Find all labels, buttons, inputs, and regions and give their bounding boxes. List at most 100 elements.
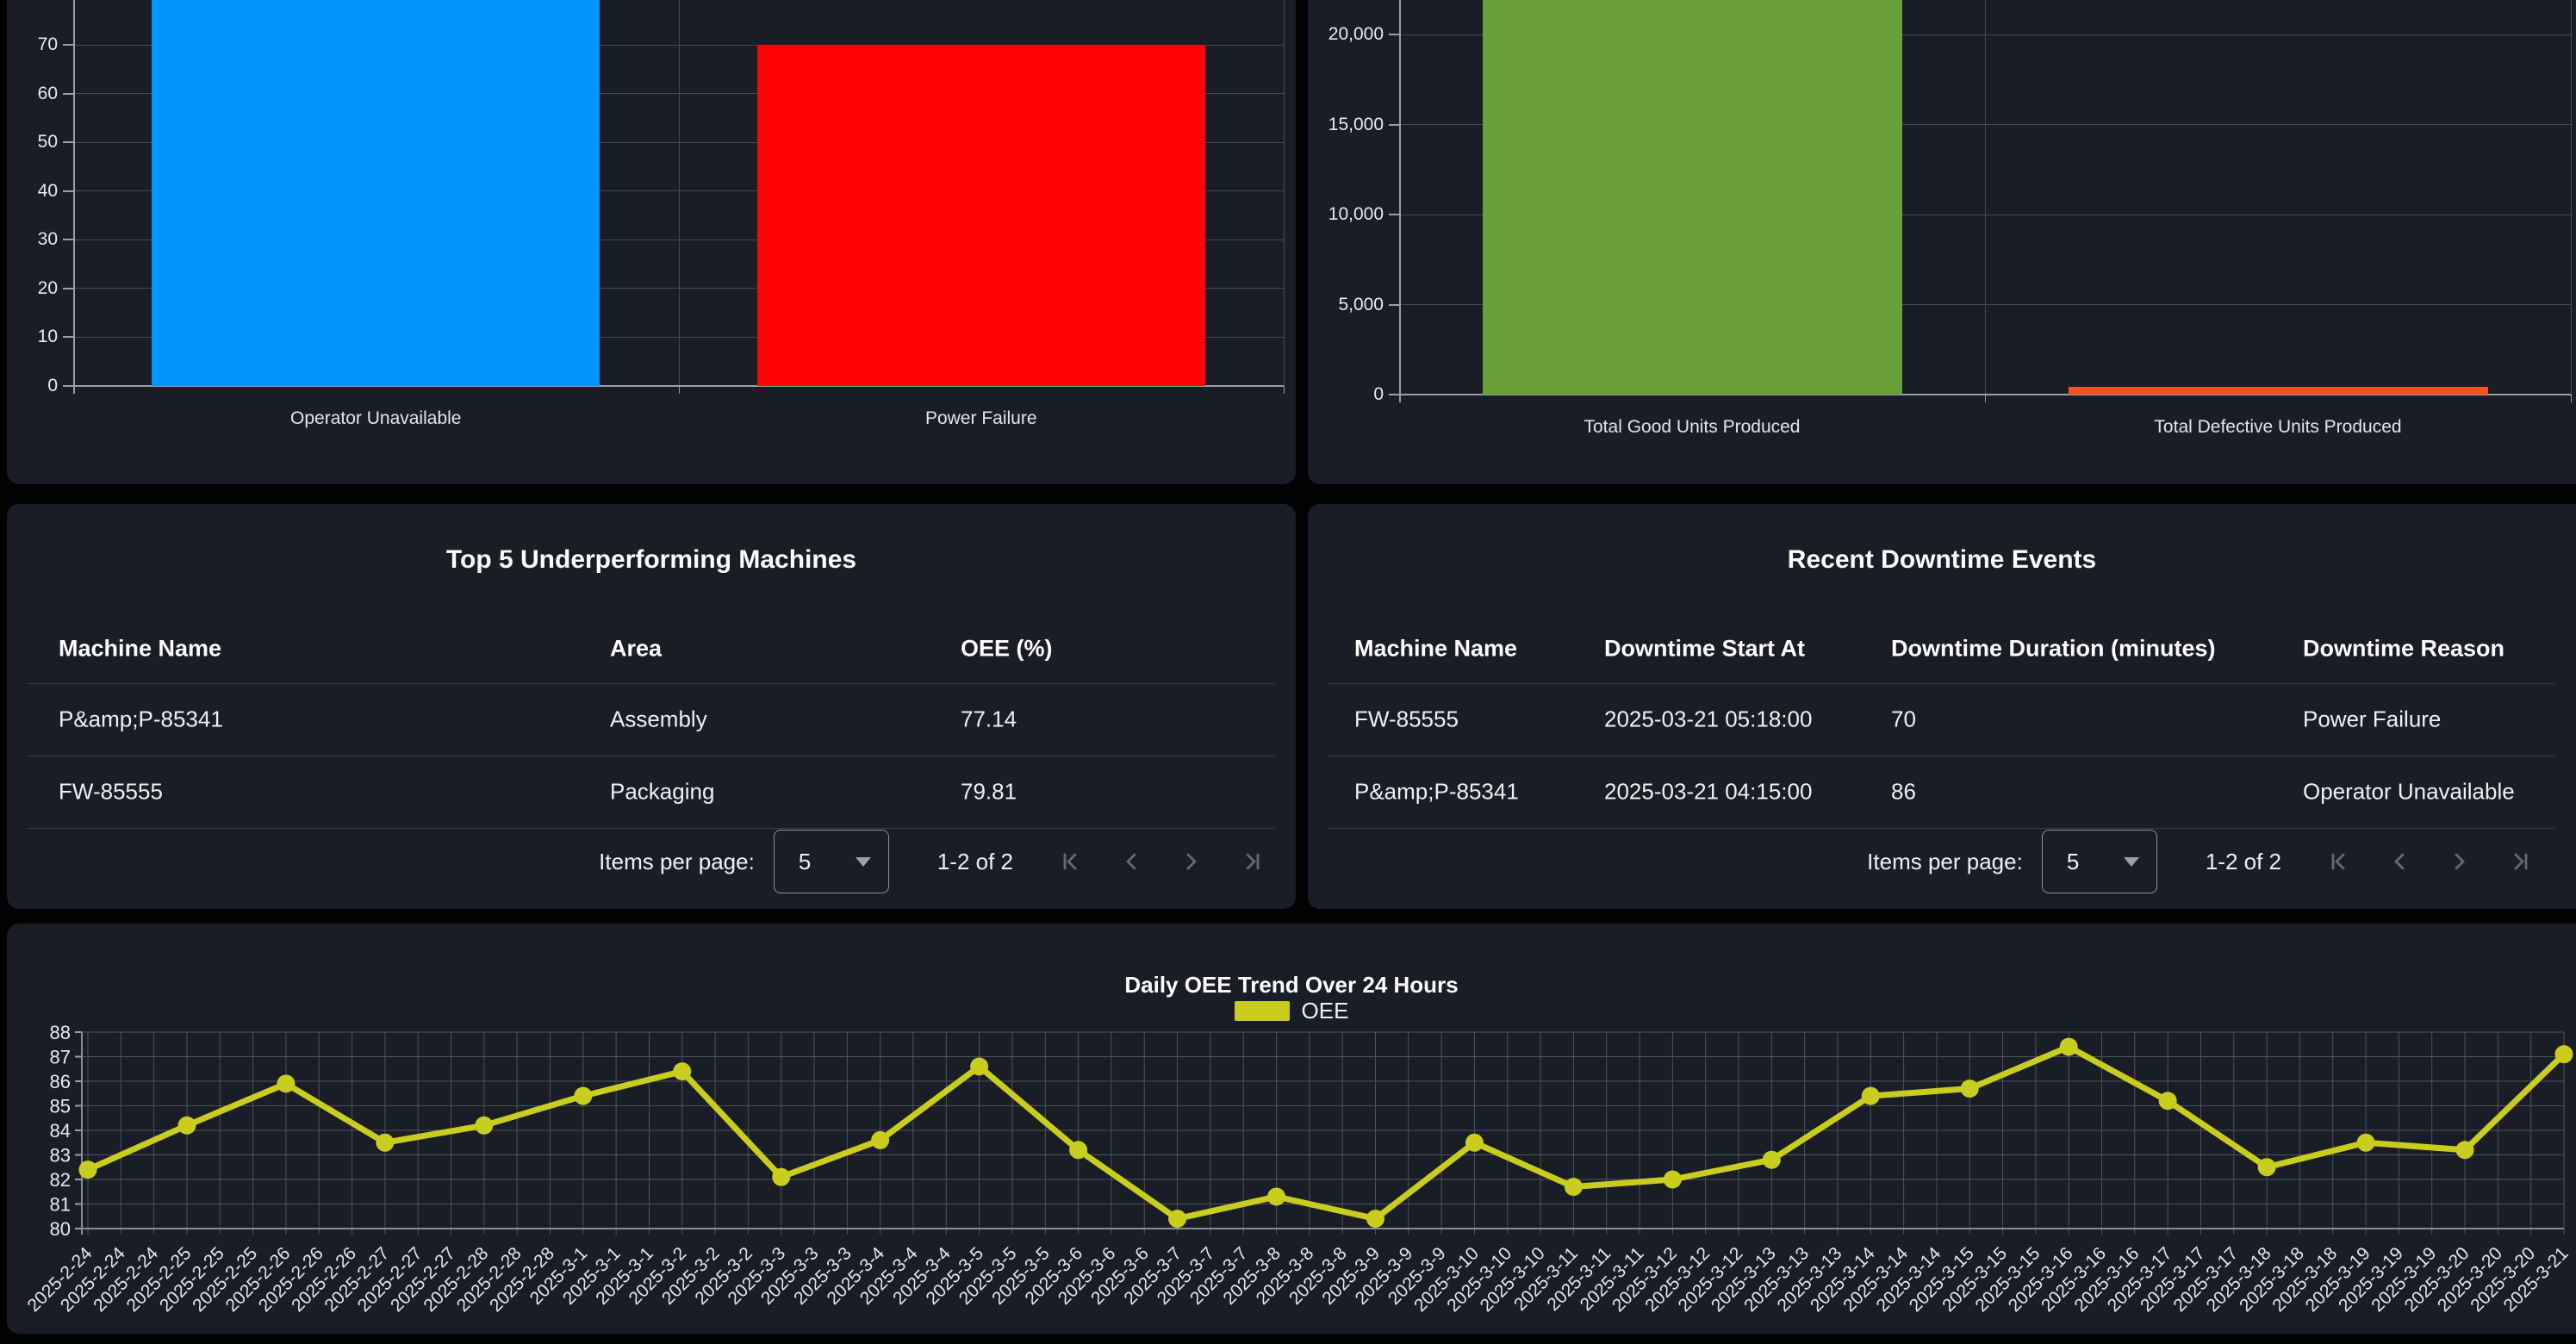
data-point <box>1267 1187 1285 1205</box>
oee-cell: 79.81 <box>961 779 1017 806</box>
y-tick-label: 60 <box>7 83 58 105</box>
y-tick-mark <box>63 93 73 95</box>
row-divider <box>1328 683 2555 684</box>
first-page-button[interactable] <box>1053 843 1089 880</box>
pagination-controls <box>2321 843 2538 880</box>
y-tick-label: 20 <box>7 277 58 300</box>
x-tick-mark <box>2571 395 2572 402</box>
data-point <box>772 1168 790 1186</box>
y-tick-mark <box>63 239 73 240</box>
category-label: Power Failure <box>925 408 1037 429</box>
duration-cell: 70 <box>1891 706 1916 733</box>
data-point <box>1862 1087 1880 1105</box>
data-point <box>1465 1134 1484 1152</box>
y-tick-label: 10,000 <box>1308 203 1384 226</box>
page-range-label: 1-2 of 2 <box>937 849 1013 875</box>
downtime-by-reason-chart-panel: 010203040506070Operator UnavailablePower… <box>7 0 1296 484</box>
gridline <box>1284 0 1285 386</box>
area-cell: Assembly <box>610 706 707 733</box>
y-tick-label: 40 <box>7 180 58 202</box>
gridline <box>1985 0 1986 395</box>
row-divider <box>1328 828 2555 829</box>
y-tick-mark <box>63 288 73 289</box>
data-point <box>277 1074 295 1092</box>
data-point <box>2357 1134 2375 1152</box>
column-header: Area <box>610 636 662 663</box>
column-header: Machine Name <box>1354 636 1517 663</box>
area-cell: Packaging <box>610 779 714 806</box>
data-point <box>1366 1210 1384 1228</box>
gridline <box>2571 0 2572 395</box>
data-point <box>1961 1080 1979 1098</box>
start-time-cell: 2025-03-21 05:18:00 <box>1604 706 1812 733</box>
y-tick-mark <box>1389 124 1399 126</box>
y-axis <box>73 0 75 394</box>
items-per-page-select[interactable]: 5 <box>2042 830 2157 893</box>
x-tick-mark <box>1985 395 1986 402</box>
y-tick-label: 5,000 <box>1308 294 1384 316</box>
row-divider <box>28 828 1275 829</box>
category-label: Total Good Units Produced <box>1584 417 1801 438</box>
gridline <box>679 0 680 386</box>
y-tick-mark <box>63 336 73 338</box>
column-header: Machine Name <box>59 636 221 663</box>
previous-page-button[interactable] <box>1113 843 1149 880</box>
y-tick-mark <box>1389 214 1399 215</box>
oee-dashboard: 010203040506070Operator UnavailablePower… <box>0 0 2576 1344</box>
y-tick-label: 88 <box>50 1022 71 1043</box>
oee-cell: 77.14 <box>961 706 1017 733</box>
items-per-page-label: Items per page: <box>599 849 755 875</box>
next-page-button[interactable] <box>2442 843 2478 880</box>
data-point <box>2456 1141 2474 1159</box>
row-divider <box>28 683 1275 684</box>
x-tick-mark <box>1284 386 1285 394</box>
column-header: Downtime Start At <box>1604 636 1805 663</box>
data-point <box>1069 1141 1087 1159</box>
paginator: Items per page: 5 1-2 of 2 <box>1308 830 2538 893</box>
y-tick-label: 30 <box>7 228 58 251</box>
data-point <box>2555 1045 2573 1063</box>
data-point <box>1664 1171 1682 1189</box>
column-header: Downtime Duration (minutes) <box>1891 636 2216 663</box>
y-tick-mark <box>63 44 73 46</box>
data-point <box>574 1087 592 1105</box>
data-point <box>475 1117 493 1135</box>
y-tick-label: 81 <box>50 1194 71 1216</box>
y-tick-label: 15,000 <box>1308 114 1384 136</box>
next-page-button[interactable] <box>1173 843 1210 880</box>
column-header: OEE (%) <box>961 636 1053 663</box>
first-page-icon <box>1058 849 1084 874</box>
data-point <box>2258 1158 2276 1176</box>
y-tick-label: 83 <box>50 1145 71 1167</box>
bar-total-defective-units-produced <box>2069 387 2488 395</box>
duration-cell: 86 <box>1891 779 1916 806</box>
items-per-page-select[interactable]: 5 <box>774 830 889 893</box>
y-tick-mark <box>1389 34 1399 35</box>
start-time-cell: 2025-03-21 04:15:00 <box>1604 779 1812 806</box>
recent-downtime-events-panel: Recent Downtime Events Machine Name Down… <box>1308 504 2576 909</box>
first-page-button[interactable] <box>2321 843 2357 880</box>
data-point <box>871 1131 889 1149</box>
previous-page-button[interactable] <box>2381 843 2417 880</box>
chevron-right-icon <box>1179 849 1204 874</box>
y-tick-label: 85 <box>50 1096 71 1117</box>
x-tick-mark <box>679 386 680 394</box>
last-page-button[interactable] <box>1234 843 1270 880</box>
bar-total-good-units-produced <box>1483 0 1902 395</box>
paginator: Items per page: 5 1-2 of 2 <box>7 830 1270 893</box>
oee-trend-line <box>88 1047 2564 1219</box>
data-point <box>177 1117 196 1135</box>
pagination-controls <box>1053 843 1270 880</box>
y-tick-label: 86 <box>50 1071 71 1092</box>
items-per-page-label: Items per page: <box>1867 849 2023 875</box>
chevron-left-icon <box>1118 849 1144 874</box>
data-point <box>79 1160 97 1179</box>
machine-name-cell: FW-85555 <box>1354 706 1459 733</box>
y-tick-mark <box>1389 304 1399 306</box>
last-page-button[interactable] <box>2502 843 2538 880</box>
reason-cell: Operator Unavailable <box>2303 779 2515 806</box>
data-point <box>1168 1210 1186 1228</box>
units-produced-chart-panel: 05,00010,00015,00020,000Total Good Units… <box>1308 0 2576 484</box>
bar-power-failure <box>757 45 1205 386</box>
first-page-icon <box>2326 849 2352 874</box>
